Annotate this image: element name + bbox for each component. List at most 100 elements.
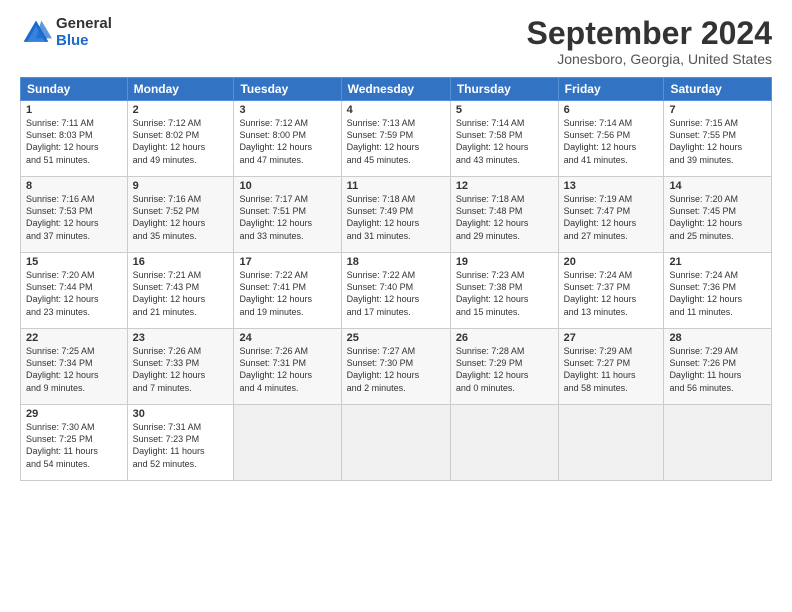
day-number: 21 [669,256,766,268]
table-cell: 20 Sunrise: 7:24 AMSunset: 7:37 PMDaylig… [558,253,664,329]
day-number: 6 [564,104,659,116]
table-cell: 26 Sunrise: 7:28 AMSunset: 7:29 PMDaylig… [450,329,558,405]
table-cell: 7 Sunrise: 7:15 AMSunset: 7:55 PMDayligh… [664,101,772,177]
table-cell: 11 Sunrise: 7:18 AMSunset: 7:49 PMDaylig… [341,177,450,253]
location: Jonesboro, Georgia, United States [527,51,772,67]
table-cell [664,405,772,481]
title-block: September 2024 Jonesboro, Georgia, Unite… [527,16,772,67]
table-cell: 17 Sunrise: 7:22 AMSunset: 7:41 PMDaylig… [234,253,341,329]
col-sunday: Sunday [21,78,128,101]
day-number: 28 [669,332,766,344]
day-info: Sunrise: 7:29 AMSunset: 7:26 PMDaylight:… [669,345,766,394]
col-monday: Monday [127,78,234,101]
day-info: Sunrise: 7:15 AMSunset: 7:55 PMDaylight:… [669,117,766,166]
day-info: Sunrise: 7:26 AMSunset: 7:31 PMDaylight:… [239,345,335,394]
table-cell: 24 Sunrise: 7:26 AMSunset: 7:31 PMDaylig… [234,329,341,405]
day-number: 29 [26,408,122,420]
day-info: Sunrise: 7:14 AMSunset: 7:58 PMDaylight:… [456,117,553,166]
table-cell: 2 Sunrise: 7:12 AMSunset: 8:02 PMDayligh… [127,101,234,177]
day-number: 4 [347,104,445,116]
day-number: 16 [133,256,229,268]
day-number: 12 [456,180,553,192]
table-cell: 15 Sunrise: 7:20 AMSunset: 7:44 PMDaylig… [21,253,128,329]
day-info: Sunrise: 7:23 AMSunset: 7:38 PMDaylight:… [456,269,553,318]
table-cell [558,405,664,481]
logo-text: General Blue [56,16,112,49]
table-cell [341,405,450,481]
day-number: 15 [26,256,122,268]
day-info: Sunrise: 7:27 AMSunset: 7:30 PMDaylight:… [347,345,445,394]
table-cell: 30 Sunrise: 7:31 AMSunset: 7:23 PMDaylig… [127,405,234,481]
day-info: Sunrise: 7:19 AMSunset: 7:47 PMDaylight:… [564,193,659,242]
day-number: 14 [669,180,766,192]
day-number: 3 [239,104,335,116]
table-cell: 8 Sunrise: 7:16 AMSunset: 7:53 PMDayligh… [21,177,128,253]
table-cell: 23 Sunrise: 7:26 AMSunset: 7:33 PMDaylig… [127,329,234,405]
day-number: 2 [133,104,229,116]
logo-general: General [56,16,112,33]
table-cell: 22 Sunrise: 7:25 AMSunset: 7:34 PMDaylig… [21,329,128,405]
day-number: 11 [347,180,445,192]
table-cell: 9 Sunrise: 7:16 AMSunset: 7:52 PMDayligh… [127,177,234,253]
day-number: 10 [239,180,335,192]
header-row: Sunday Monday Tuesday Wednesday Thursday… [21,78,772,101]
day-number: 27 [564,332,659,344]
logo-icon [20,17,52,49]
day-number: 22 [26,332,122,344]
day-info: Sunrise: 7:24 AMSunset: 7:37 PMDaylight:… [564,269,659,318]
col-tuesday: Tuesday [234,78,341,101]
col-saturday: Saturday [664,78,772,101]
logo-blue: Blue [56,33,112,50]
table-cell: 10 Sunrise: 7:17 AMSunset: 7:51 PMDaylig… [234,177,341,253]
day-number: 9 [133,180,229,192]
day-number: 17 [239,256,335,268]
calendar-page: General Blue September 2024 Jonesboro, G… [0,0,792,612]
day-info: Sunrise: 7:16 AMSunset: 7:53 PMDaylight:… [26,193,122,242]
day-info: Sunrise: 7:18 AMSunset: 7:49 PMDaylight:… [347,193,445,242]
day-info: Sunrise: 7:11 AMSunset: 8:03 PMDaylight:… [26,117,122,166]
day-number: 1 [26,104,122,116]
day-number: 25 [347,332,445,344]
table-cell: 29 Sunrise: 7:30 AMSunset: 7:25 PMDaylig… [21,405,128,481]
table-cell: 6 Sunrise: 7:14 AMSunset: 7:56 PMDayligh… [558,101,664,177]
col-wednesday: Wednesday [341,78,450,101]
day-number: 8 [26,180,122,192]
calendar-table: Sunday Monday Tuesday Wednesday Thursday… [20,77,772,481]
day-number: 23 [133,332,229,344]
day-number: 26 [456,332,553,344]
day-info: Sunrise: 7:22 AMSunset: 7:41 PMDaylight:… [239,269,335,318]
day-info: Sunrise: 7:13 AMSunset: 7:59 PMDaylight:… [347,117,445,166]
table-cell [450,405,558,481]
table-cell: 4 Sunrise: 7:13 AMSunset: 7:59 PMDayligh… [341,101,450,177]
day-info: Sunrise: 7:17 AMSunset: 7:51 PMDaylight:… [239,193,335,242]
table-cell: 18 Sunrise: 7:22 AMSunset: 7:40 PMDaylig… [341,253,450,329]
month-title: September 2024 [527,16,772,51]
table-cell: 19 Sunrise: 7:23 AMSunset: 7:38 PMDaylig… [450,253,558,329]
table-cell: 14 Sunrise: 7:20 AMSunset: 7:45 PMDaylig… [664,177,772,253]
day-info: Sunrise: 7:16 AMSunset: 7:52 PMDaylight:… [133,193,229,242]
day-info: Sunrise: 7:30 AMSunset: 7:25 PMDaylight:… [26,421,122,470]
day-number: 30 [133,408,229,420]
table-cell [234,405,341,481]
day-number: 7 [669,104,766,116]
day-info: Sunrise: 7:31 AMSunset: 7:23 PMDaylight:… [133,421,229,470]
table-cell: 13 Sunrise: 7:19 AMSunset: 7:47 PMDaylig… [558,177,664,253]
col-thursday: Thursday [450,78,558,101]
table-cell: 12 Sunrise: 7:18 AMSunset: 7:48 PMDaylig… [450,177,558,253]
day-number: 24 [239,332,335,344]
day-info: Sunrise: 7:18 AMSunset: 7:48 PMDaylight:… [456,193,553,242]
day-number: 13 [564,180,659,192]
table-cell: 28 Sunrise: 7:29 AMSunset: 7:26 PMDaylig… [664,329,772,405]
day-info: Sunrise: 7:26 AMSunset: 7:33 PMDaylight:… [133,345,229,394]
day-number: 5 [456,104,553,116]
table-cell: 3 Sunrise: 7:12 AMSunset: 8:00 PMDayligh… [234,101,341,177]
table-cell: 1 Sunrise: 7:11 AMSunset: 8:03 PMDayligh… [21,101,128,177]
day-info: Sunrise: 7:20 AMSunset: 7:44 PMDaylight:… [26,269,122,318]
day-number: 20 [564,256,659,268]
header: General Blue September 2024 Jonesboro, G… [20,16,772,67]
day-number: 19 [456,256,553,268]
day-info: Sunrise: 7:24 AMSunset: 7:36 PMDaylight:… [669,269,766,318]
day-info: Sunrise: 7:20 AMSunset: 7:45 PMDaylight:… [669,193,766,242]
table-cell: 21 Sunrise: 7:24 AMSunset: 7:36 PMDaylig… [664,253,772,329]
day-info: Sunrise: 7:12 AMSunset: 8:02 PMDaylight:… [133,117,229,166]
